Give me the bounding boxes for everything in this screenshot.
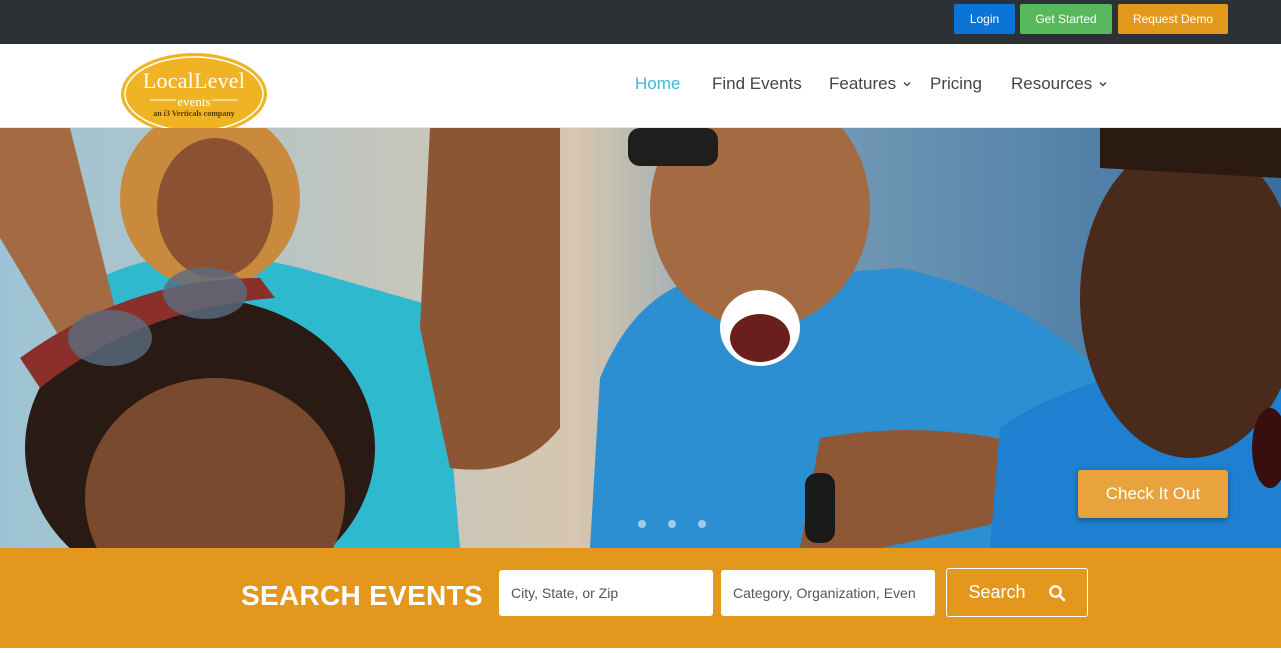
chevron-down-icon	[903, 82, 911, 87]
slider-pagination	[638, 520, 706, 528]
top-utility-bar: Login Get Started Request Demo	[0, 0, 1281, 44]
nav-item-label: Resources	[1011, 74, 1093, 93]
nav-item-label: Features	[829, 74, 897, 93]
nav-item-label: Home	[635, 74, 681, 93]
logo-wordmark: LocalLevel	[142, 68, 246, 93]
search-button-label: Search	[968, 582, 1026, 602]
nav-item-label: Pricing	[930, 74, 982, 93]
nav-item-find-events[interactable]: Find Events	[712, 74, 802, 94]
request-demo-button[interactable]: Request Demo	[1118, 4, 1228, 34]
chevron-down-icon	[1099, 82, 1107, 87]
location-search-input[interactable]	[499, 570, 713, 616]
get-started-button[interactable]: Get Started	[1020, 4, 1112, 34]
logo-subtitle: events	[177, 94, 211, 109]
search-button[interactable]: Search	[946, 568, 1088, 617]
hero-slider: Check It Out	[0, 128, 1281, 548]
check-it-out-button[interactable]: Check It Out	[1078, 470, 1228, 518]
nav-item-pricing[interactable]: Pricing	[930, 74, 982, 94]
slider-dot-3[interactable]	[698, 520, 706, 528]
login-button[interactable]: Login	[954, 4, 1015, 34]
brand-logo[interactable]: LocalLevel events an i3 Verticals compan…	[120, 52, 268, 136]
search-events-title: SEARCH EVENTS	[241, 580, 483, 611]
slider-dot-1[interactable]	[638, 520, 646, 528]
keyword-search-input[interactable]	[721, 570, 935, 616]
search-icon	[1048, 584, 1065, 601]
nav-item-features[interactable]: Features	[829, 74, 912, 94]
nav-item-label: Find Events	[712, 74, 802, 93]
search-events-bar: SEARCH EVENTS Search	[0, 548, 1281, 648]
site-header: LocalLevel events an i3 Verticals compan…	[0, 44, 1281, 135]
nav-item-home[interactable]: Home	[635, 74, 680, 94]
nav-item-resources[interactable]: Resources	[1011, 74, 1108, 94]
logo-tagline: an i3 Verticals company	[153, 109, 235, 118]
slider-dot-2[interactable]	[668, 520, 676, 528]
